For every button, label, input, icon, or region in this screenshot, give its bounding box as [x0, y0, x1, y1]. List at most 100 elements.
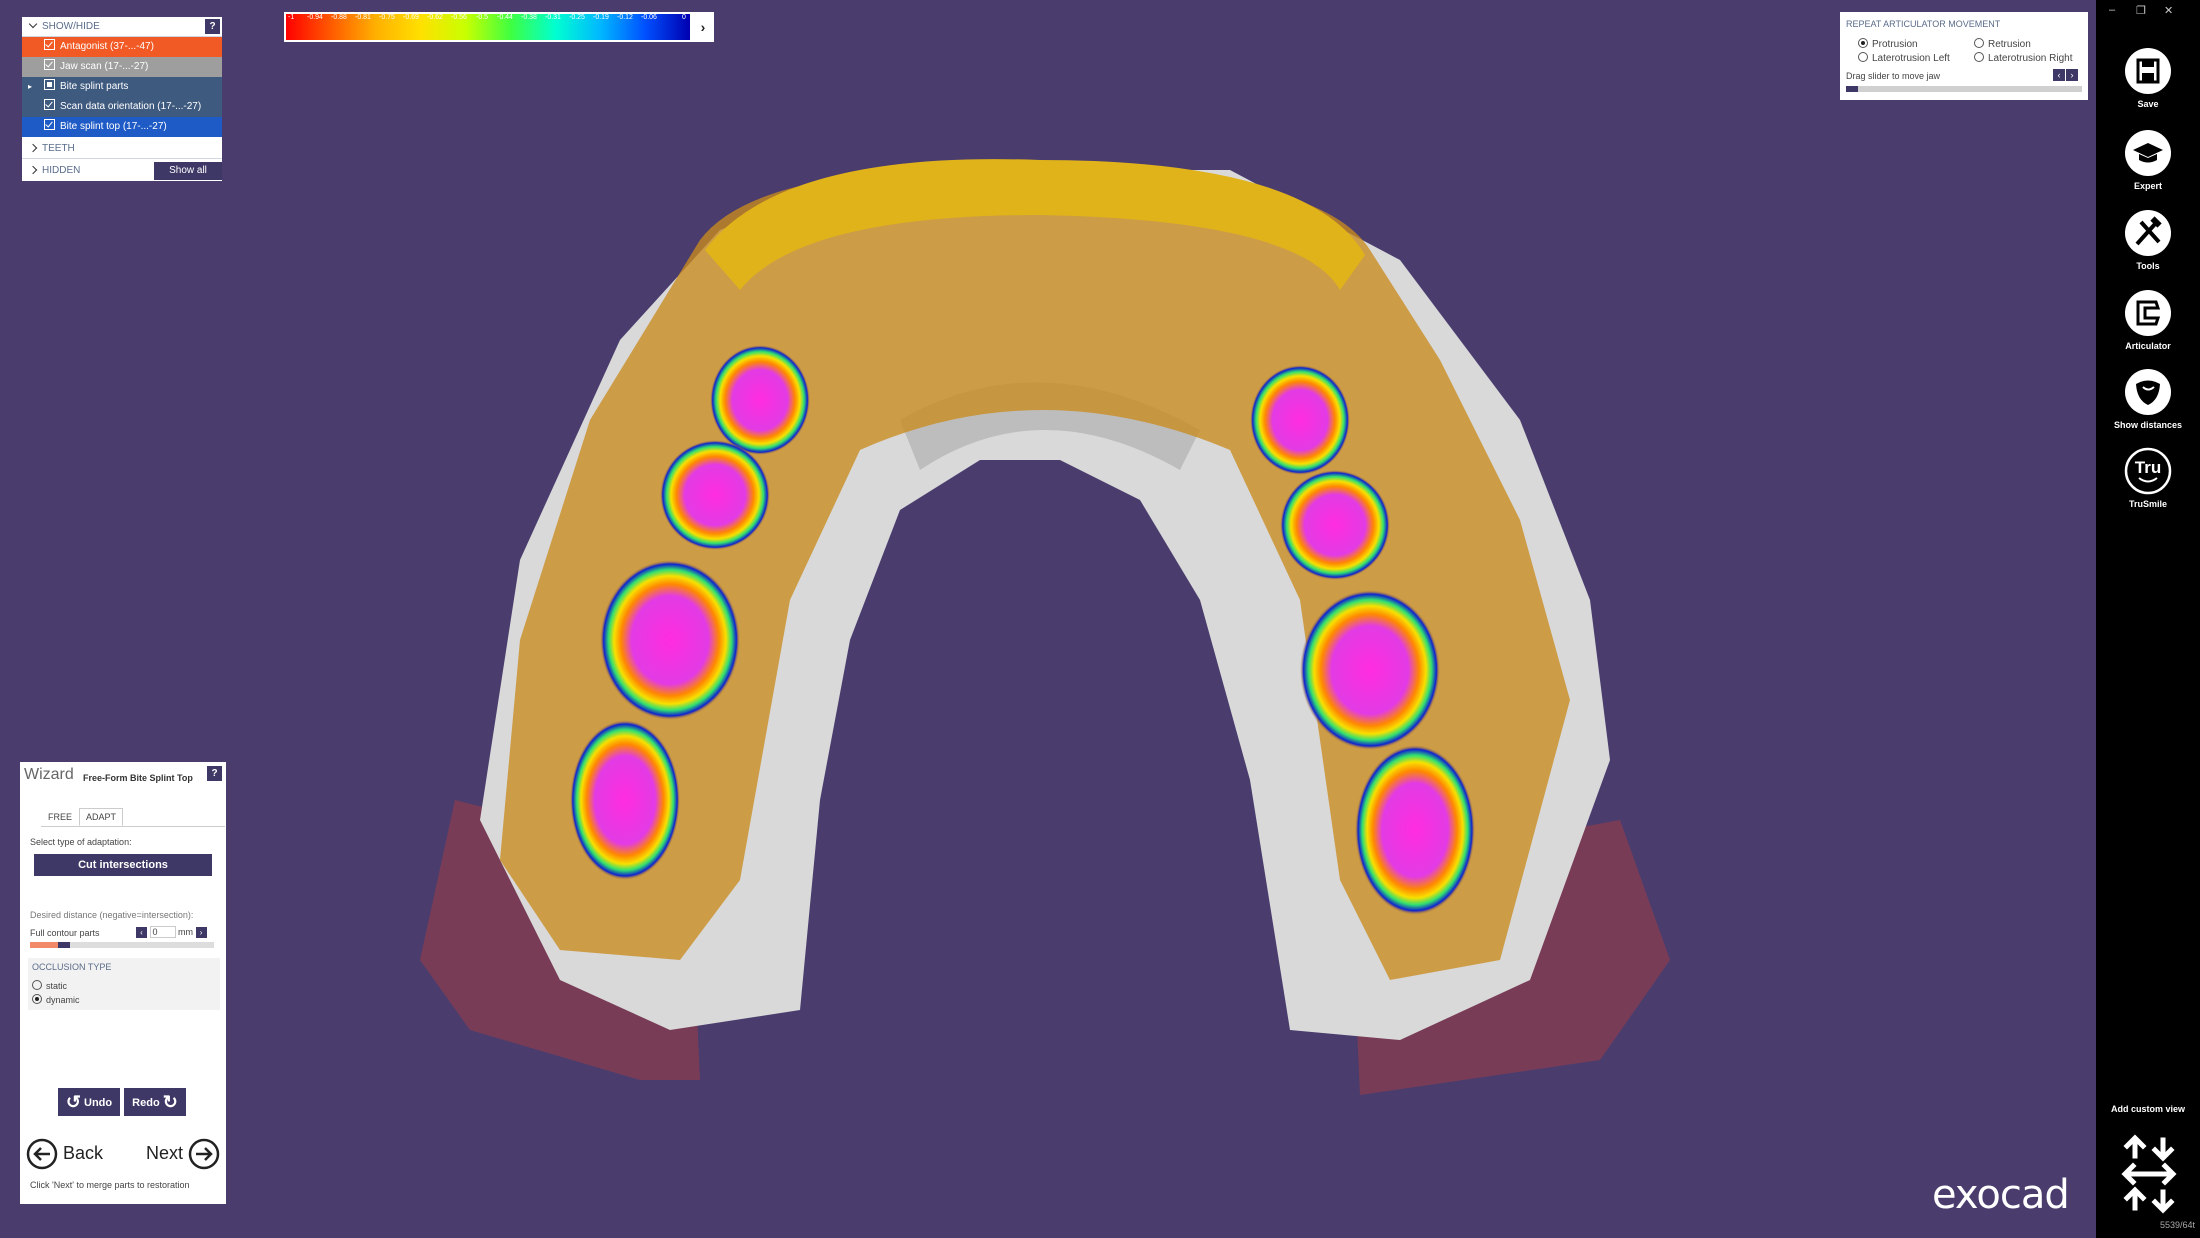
- help-button[interactable]: ?: [205, 19, 220, 34]
- chevron-right-icon[interactable]: ›: [2066, 69, 2078, 81]
- option-laterotrusion-right[interactable]: Laterotrusion Right: [1974, 52, 2073, 64]
- adaptation-type-label: Select type of adaptation:: [30, 837, 132, 847]
- option-laterotrusion-left[interactable]: Laterotrusion Left: [1858, 52, 1950, 64]
- graduation-cap-icon: [2125, 130, 2171, 176]
- close-button[interactable]: ✕: [2164, 4, 2173, 17]
- show-distances-button[interactable]: Show distances: [2096, 367, 2200, 430]
- restore-button[interactable]: ❐: [2136, 4, 2146, 17]
- option-label: static: [46, 981, 68, 991]
- redo-button[interactable]: Redo ↻: [124, 1088, 186, 1116]
- teeth-section[interactable]: TEETH: [22, 139, 222, 159]
- occlusion-title: OCCLUSION TYPE: [32, 962, 112, 972]
- 3d-viewport[interactable]: [0, 0, 2096, 1238]
- checkbox-checked-icon[interactable]: [44, 99, 55, 110]
- distance-color-scale: -1 -0.94 -0.88 -0.81 -0.75 -0.69 -0.62 -…: [284, 12, 714, 42]
- radio-icon[interactable]: [1974, 52, 1984, 62]
- scale-tick: -0.75: [379, 14, 395, 21]
- trusmile-button[interactable]: Tru TruSmile: [2096, 446, 2200, 509]
- expand-triangle-icon[interactable]: ▸: [28, 77, 32, 97]
- occlusion-dynamic[interactable]: dynamic: [32, 994, 80, 1005]
- save-icon: [2125, 48, 2171, 94]
- distance-input[interactable]: 0: [149, 926, 176, 938]
- checkbox-checked-icon[interactable]: [44, 39, 55, 50]
- jaw-slider[interactable]: [1846, 86, 2082, 92]
- chevron-left-icon[interactable]: ‹: [136, 927, 147, 938]
- checkbox-checked-icon[interactable]: [44, 119, 55, 130]
- layer-item-bite-splint-parts[interactable]: ▸ Bite splint parts: [22, 77, 222, 97]
- scale-tick: -0.81: [355, 14, 371, 21]
- tool-label: Articulator: [2125, 341, 2171, 351]
- scale-tick: -0.56: [451, 14, 467, 21]
- radio-icon[interactable]: [32, 980, 42, 990]
- tools-button[interactable]: Tools: [2096, 208, 2200, 271]
- expert-button[interactable]: Expert: [2096, 128, 2200, 191]
- option-label: Laterotrusion Right: [1988, 53, 2073, 64]
- undo-button[interactable]: ↺ Undo: [58, 1088, 120, 1116]
- back-button[interactable]: Back: [26, 1138, 103, 1170]
- redo-icon: ↻: [162, 1092, 178, 1112]
- trusmile-icon-text: Tru: [2135, 458, 2161, 477]
- option-label: Retrusion: [1988, 39, 2031, 50]
- radio-icon[interactable]: [1858, 52, 1868, 62]
- show-hide-title: SHOW/HIDE: [42, 21, 100, 32]
- option-label: Protrusion: [1872, 39, 1918, 50]
- layer-item-jaw-scan[interactable]: Jaw scan (17-...-27): [22, 57, 222, 77]
- layer-item-scan-orientation[interactable]: Scan data orientation (17-...-27): [22, 97, 222, 117]
- next-button[interactable]: Next: [146, 1138, 220, 1170]
- save-button[interactable]: Save: [2096, 46, 2200, 109]
- wizard-tabs: FREE ADAPT: [41, 808, 225, 827]
- scale-tick: -0.31: [545, 14, 561, 21]
- show-all-button[interactable]: Show all: [154, 162, 222, 180]
- add-custom-view-label[interactable]: Add custom view: [2096, 1104, 2200, 1114]
- distance-slider[interactable]: [30, 942, 214, 948]
- cut-intersections-button[interactable]: Cut intersections: [34, 854, 212, 876]
- arrow-right-icon: [188, 1138, 220, 1170]
- view-direction-arrows-icon[interactable]: [2121, 1134, 2177, 1214]
- show-hide-header[interactable]: SHOW/HIDE ?: [22, 17, 222, 37]
- option-label: Laterotrusion Left: [1872, 53, 1950, 64]
- right-toolbar: – ❐ ✕ Save Expert Tools Articulator Show…: [2096, 0, 2200, 1238]
- layer-item-antagonist[interactable]: Antagonist (37-...-47): [22, 37, 222, 57]
- layer-label: Bite splint top (17-...-27): [60, 121, 167, 132]
- articulator-movement-panel: REPEAT ARTICULATOR MOVEMENT Protrusion R…: [1840, 12, 2088, 100]
- scale-tick: -0.88: [331, 14, 347, 21]
- chevron-left-icon[interactable]: ‹: [2053, 69, 2065, 81]
- occlusion-static[interactable]: static: [32, 980, 67, 991]
- help-button[interactable]: ?: [207, 766, 222, 781]
- radio-selected-icon[interactable]: [1858, 38, 1868, 48]
- hidden-section[interactable]: HIDDEN Show all: [22, 161, 222, 181]
- scale-tick: -0.19: [593, 14, 609, 21]
- scale-tick: -1: [288, 14, 295, 21]
- articulator-icon: [2125, 290, 2171, 336]
- checkbox-checked-icon[interactable]: [44, 59, 55, 70]
- articulator-button[interactable]: Articulator: [2096, 288, 2200, 351]
- option-retrusion[interactable]: Retrusion: [1974, 38, 2031, 50]
- articulator-title: REPEAT ARTICULATOR MOVEMENT: [1846, 19, 2001, 29]
- scale-tick: -0.69: [403, 14, 419, 21]
- minimize-button[interactable]: –: [2109, 4, 2115, 16]
- wizard-panel: Wizard Free-Form Bite Splint Top ? FREE A…: [20, 762, 226, 1204]
- chevron-down-icon: [28, 19, 38, 29]
- scale-tick: -0.06: [641, 14, 657, 21]
- tab-adapt[interactable]: ADAPT: [79, 808, 124, 826]
- chevron-right-icon[interactable]: ›: [195, 927, 207, 938]
- checkbox-partial-icon[interactable]: [44, 79, 55, 90]
- distance-label: Desired distance (negative=intersection)…: [30, 910, 194, 920]
- scale-tick: -0.25: [569, 14, 585, 21]
- slider-label: Drag slider to move jaw: [1846, 71, 1941, 81]
- layer-item-bite-splint-top[interactable]: Bite splint top (17-...-27): [22, 117, 222, 137]
- distance-slider-handle[interactable]: [58, 942, 70, 948]
- back-label: Back: [63, 1142, 104, 1163]
- distance-stepper: ‹ 0 mm ›: [136, 926, 207, 938]
- radio-selected-icon[interactable]: [32, 994, 42, 1004]
- jaw-slider-fill: [1846, 86, 1858, 92]
- redo-label: Redo: [132, 1097, 160, 1109]
- tab-free[interactable]: FREE: [41, 808, 79, 826]
- scale-tick: -0.5: [476, 14, 489, 21]
- scale-tick: -0.38: [521, 14, 537, 21]
- option-protrusion[interactable]: Protrusion: [1858, 38, 1918, 50]
- radio-icon[interactable]: [1974, 38, 1984, 48]
- hidden-label: HIDDEN: [42, 165, 81, 176]
- scale-tick: -0.44: [497, 14, 513, 21]
- scale-expand-button[interactable]: ›: [692, 12, 714, 42]
